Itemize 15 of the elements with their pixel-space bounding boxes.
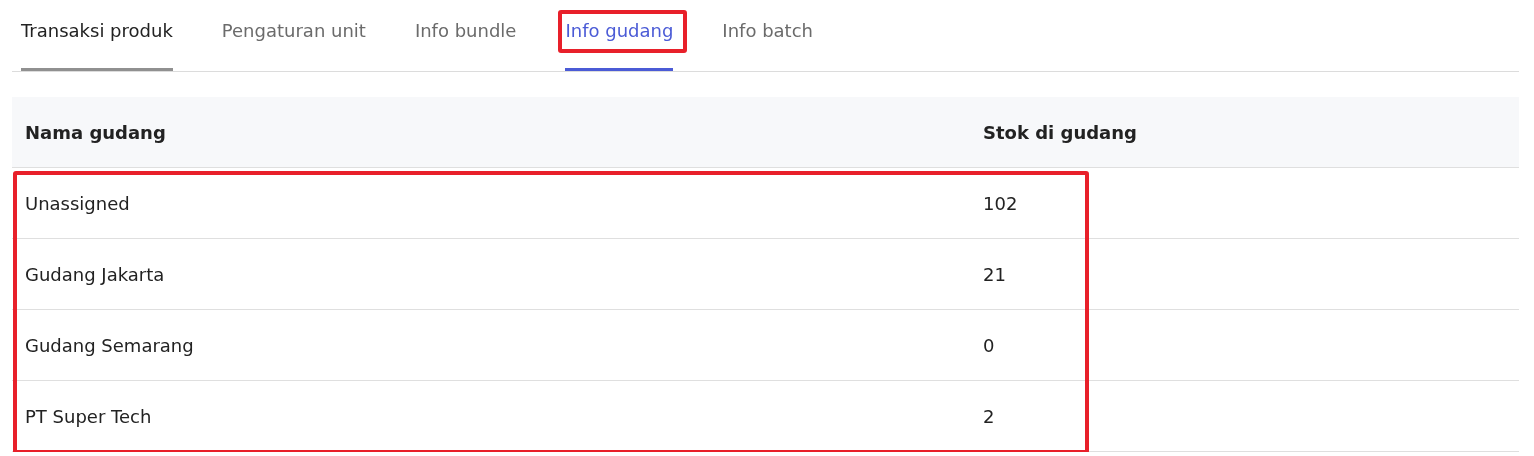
table-cell: 2 <box>983 405 995 427</box>
table-cell: 102 <box>983 192 1018 214</box>
column-header: Stok di gudang <box>983 121 1137 143</box>
table-cell-text: Gudang Jakarta <box>24 263 166 285</box>
tab[interactable]: Info gudang <box>565 0 674 71</box>
tab[interactable]: Info bundle <box>414 0 517 71</box>
table-cell-text: Unassigned <box>24 192 131 214</box>
column-header: Nama gudang <box>24 121 167 143</box>
table-cell-text: PT Super Tech <box>24 405 153 427</box>
table-cell: 0 <box>983 334 995 356</box>
table-cell: 21 <box>983 263 1006 285</box>
tab[interactable]: Pengaturan unit <box>221 0 366 71</box>
tab[interactable]: Transaksi produk <box>21 0 173 71</box>
tab[interactable]: Info batch <box>722 0 813 71</box>
table-cell-text: Gudang Semarang <box>24 334 195 356</box>
